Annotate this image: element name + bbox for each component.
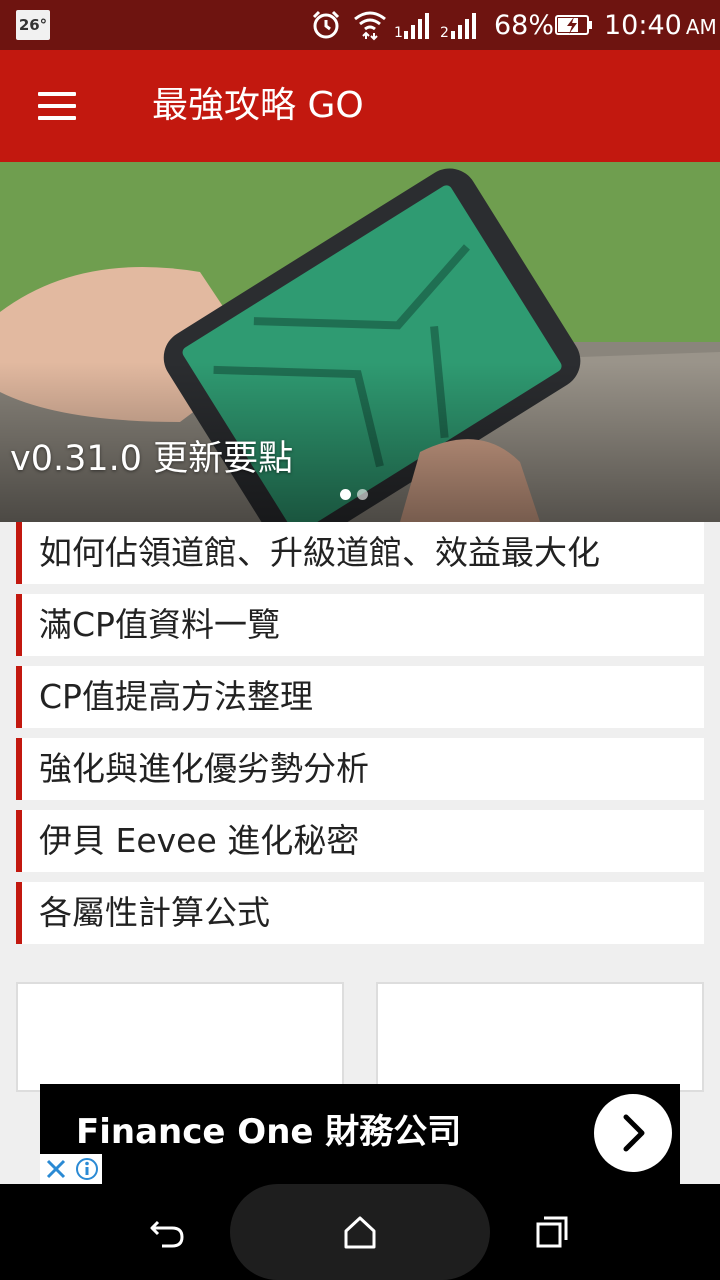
list-item[interactable]: 伊貝 Eevee 進化秘密 xyxy=(16,810,704,872)
wifi-icon xyxy=(350,8,390,42)
list-item[interactable]: CP值提高方法整理 xyxy=(16,666,704,728)
clock: 10:40 AM xyxy=(604,9,717,44)
content-card[interactable] xyxy=(16,982,344,1092)
clock-suffix: AM xyxy=(685,15,717,39)
list-item[interactable]: 滿CP值資料一覽 xyxy=(16,594,704,656)
list-item-title: CP值提高方法整理 xyxy=(39,677,313,716)
list-item-title: 各屬性計算公式 xyxy=(39,893,270,932)
app-bar: 最強攻略 GO xyxy=(0,50,720,162)
info-icon[interactable] xyxy=(71,1154,102,1184)
alarm-icon xyxy=(306,8,346,42)
system-nav-bar xyxy=(0,1184,720,1280)
signal-1-icon: 1 xyxy=(394,8,436,42)
signal-2-icon: 2 xyxy=(440,8,484,42)
recents-icon[interactable] xyxy=(512,1184,592,1280)
clock-time: 10:40 xyxy=(604,10,682,41)
battery-charging-icon xyxy=(554,8,594,42)
carousel-slide-title[interactable]: v0.31.0 更新要點 xyxy=(10,434,293,484)
article-list: 如何佔領道館、升級道館、效益最大化 滿CP值資料一覽 CP值提高方法整理 強化與… xyxy=(16,522,704,954)
carousel-indicator xyxy=(340,489,368,500)
hamburger-menu-icon[interactable] xyxy=(28,84,84,128)
ad-banner[interactable]: Finance One 財務公司 xyxy=(40,1084,680,1184)
list-item-title: 強化與進化優劣勢分析 xyxy=(39,749,369,788)
svg-text:2: 2 xyxy=(440,25,449,41)
list-item-title: 如何佔領道館、升級道館、效益最大化 xyxy=(39,533,600,572)
close-x-icon[interactable] xyxy=(40,1154,71,1184)
featured-carousel[interactable]: v0.31.0 更新要點 xyxy=(0,162,720,522)
battery-percent: 68% xyxy=(494,10,555,41)
back-icon[interactable] xyxy=(128,1184,208,1280)
ad-text: Finance One 財務公司 xyxy=(76,1112,462,1152)
status-bar: 26° 1 2 68% 10:40 AM xyxy=(0,0,720,50)
list-item[interactable]: 強化與進化優劣勢分析 xyxy=(16,738,704,800)
list-item-title: 滿CP值資料一覽 xyxy=(39,605,280,644)
chevron-right-icon[interactable] xyxy=(594,1094,672,1172)
list-item-title: 伊貝 Eevee 進化秘密 xyxy=(39,821,360,860)
weather-temperature-badge: 26° xyxy=(16,10,50,40)
app-title: 最強攻略 GO xyxy=(152,85,364,126)
content-card[interactable] xyxy=(376,982,704,1092)
carousel-dot[interactable] xyxy=(357,489,368,500)
home-icon[interactable] xyxy=(320,1184,400,1280)
svg-text:1: 1 xyxy=(394,25,403,41)
ad-choices xyxy=(40,1154,102,1184)
carousel-dot[interactable] xyxy=(340,489,351,500)
list-item[interactable]: 各屬性計算公式 xyxy=(16,882,704,944)
list-item[interactable]: 如何佔領道館、升級道館、效益最大化 xyxy=(16,522,704,584)
